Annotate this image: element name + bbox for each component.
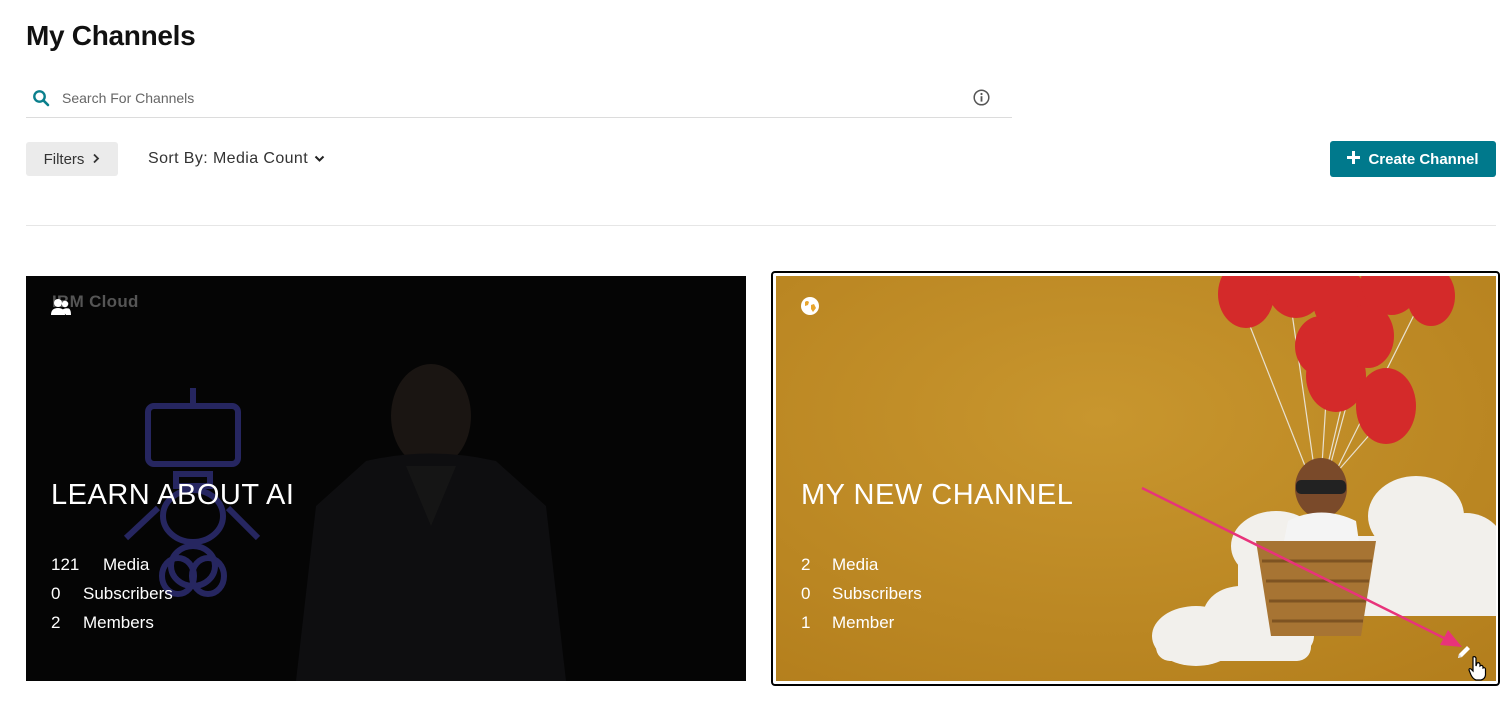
stat-label: Subscribers <box>832 584 922 603</box>
page-title: My Channels <box>26 20 196 51</box>
chevron-down-icon <box>314 150 325 168</box>
stat-count: 121 <box>51 555 80 574</box>
stat-count: 1 <box>801 613 811 632</box>
search-bar <box>26 78 1012 118</box>
sort-label: Sort By: Media Count <box>148 150 309 167</box>
channel-stats: 2 Media 0 Subscribers 1 Member <box>801 550 922 637</box>
stat-label: Member <box>832 613 895 632</box>
create-channel-button[interactable]: Create Channel <box>1330 141 1496 177</box>
stat-subscribers: 0 Subscribers <box>801 579 922 608</box>
hand-cursor-icon <box>1467 655 1487 681</box>
stat-count: 2 <box>51 613 61 632</box>
channel-card[interactable]: IBM Cloud LEARN ABOUT AI 121 Media 0 Subsc… <box>26 276 746 681</box>
filters-label: Filters <box>43 150 85 168</box>
search-input[interactable] <box>62 89 970 106</box>
group-icon <box>50 296 72 318</box>
globe-icon <box>800 296 822 318</box>
stat-label: Members <box>83 613 154 632</box>
stat-count: 0 <box>801 584 811 603</box>
channel-title[interactable]: LEARN ABOUT AI <box>51 479 294 512</box>
stat-count: 0 <box>51 584 61 603</box>
info-icon[interactable] <box>970 87 992 109</box>
chevron-right-icon <box>92 151 100 168</box>
stat-count: 2 <box>801 555 811 574</box>
stat-label: Media <box>103 555 150 574</box>
channel-stats: 121 Media 0 Subscribers 2 Members <box>51 550 173 637</box>
stat-media: 121 Media <box>51 550 173 579</box>
stat-media: 2 Media <box>801 550 922 579</box>
channel-title[interactable]: MY NEW CHANNEL <box>801 479 1073 512</box>
stat-subscribers: 0 Subscribers <box>51 579 173 608</box>
filters-button[interactable]: Filters <box>26 142 118 176</box>
channel-card[interactable]: MY NEW CHANNEL 2 Media 0 Subscribers 1 Memb… <box>776 276 1496 681</box>
stat-label: Subscribers <box>83 584 173 603</box>
stat-members: 2 Members <box>51 608 173 637</box>
sort-dropdown[interactable]: Sort By: Media Count <box>148 142 325 176</box>
plus-icon <box>1347 150 1361 168</box>
stat-members: 1 Member <box>801 608 922 637</box>
create-channel-label: Create Channel <box>1368 150 1479 168</box>
search-icon[interactable] <box>28 85 54 111</box>
stat-label: Media <box>832 555 879 574</box>
divider <box>26 225 1496 226</box>
